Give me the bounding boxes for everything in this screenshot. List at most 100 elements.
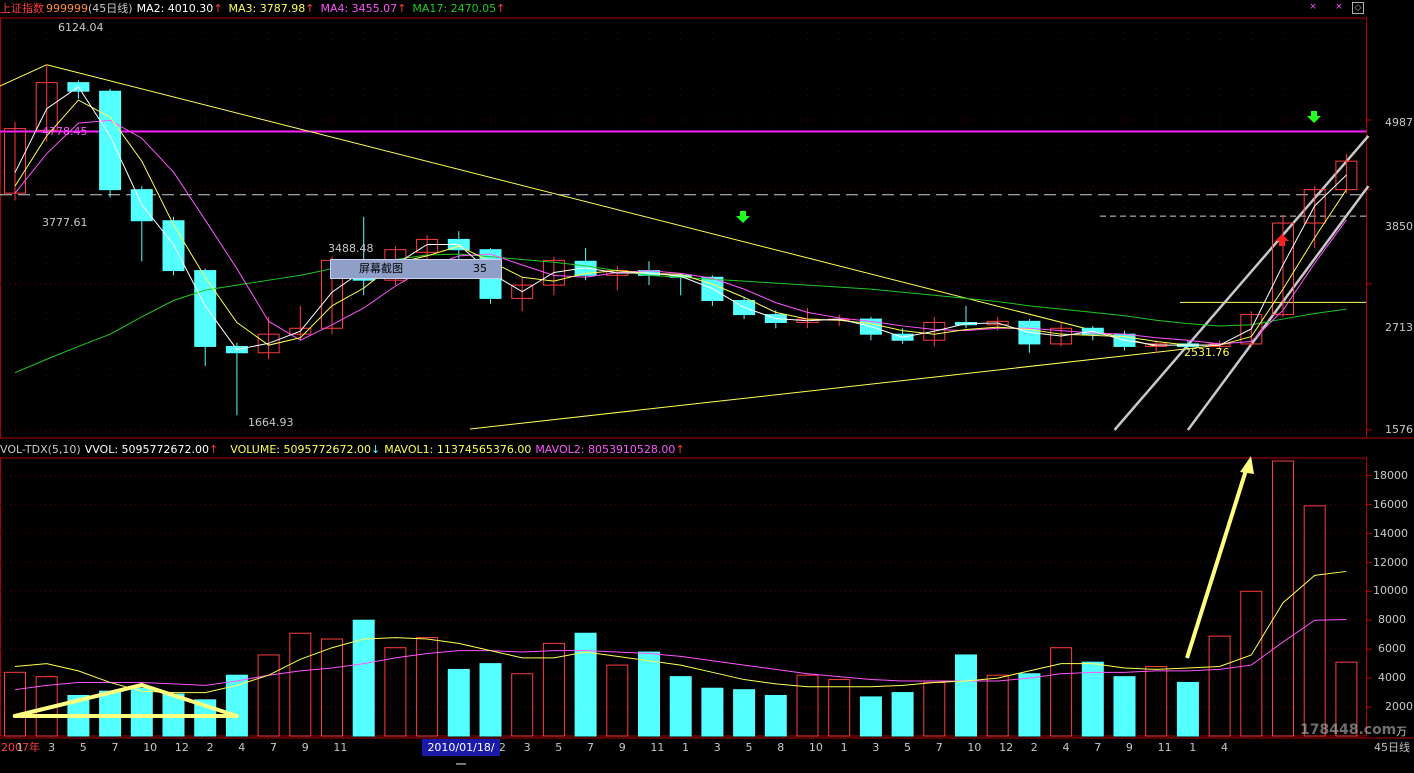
volume-bar	[986, 674, 1009, 737]
index-period: (45日线)	[88, 2, 133, 15]
price-tick: 4987	[1385, 116, 1413, 129]
level-4778-label: 4778.45	[42, 125, 88, 138]
time-label: 3	[524, 741, 531, 754]
time-axis: 2007年 1357101224791181012357911135810135…	[1, 740, 1228, 754]
volume-bar	[669, 676, 692, 737]
volume-tick: 10000	[1373, 584, 1408, 597]
kline-chart[interactable]: 6124.04 1664.93 4778.45 3777.61 3488.48 …	[0, 0, 1414, 756]
time-label: 10	[809, 741, 823, 754]
volume-bar	[828, 679, 851, 737]
volume-bar	[1081, 661, 1104, 737]
volume-bar	[1145, 666, 1168, 737]
time-label: 7	[1094, 741, 1101, 754]
volume-bar	[1050, 647, 1073, 737]
time-label: 5	[80, 741, 87, 754]
volume-bar	[1208, 635, 1231, 737]
screenshot-tooltip[interactable]: 屏幕截图 35	[330, 259, 502, 279]
selected-date: 2010/01/18/一	[422, 739, 500, 771]
channel-upper-line	[1113, 135, 1370, 431]
ma17-value: MA17: 2470.05	[412, 2, 497, 15]
volume-tick: 8000	[1378, 613, 1406, 626]
volume-bars	[4, 460, 1358, 737]
volume-bar	[638, 651, 660, 737]
time-label: 1	[682, 741, 689, 754]
buy-signal-arrow	[736, 211, 750, 223]
level-2531-label: 2531.76	[1184, 346, 1230, 359]
volume-bar	[321, 638, 343, 737]
tooltip-value: 35	[473, 262, 487, 275]
volume-bar	[289, 632, 312, 737]
volume-tick: 18000	[1373, 469, 1408, 482]
index-title: 上证指数	[0, 2, 44, 15]
volume-bar	[257, 654, 280, 737]
ma4-value: MA4: 3455.07	[320, 2, 398, 15]
volume-bar	[225, 674, 248, 737]
close-icon[interactable]: ×	[1334, 2, 1344, 12]
time-label: 2	[207, 741, 214, 754]
vvol-value: VVOL: 5095772672.00	[84, 443, 210, 456]
time-label: 3	[714, 741, 721, 754]
time-label: 5	[746, 741, 753, 754]
rising-volume-arrow-head	[1240, 456, 1254, 474]
volume-value: VOLUME: 5095772672.00	[230, 443, 371, 456]
sell-signal-arrow	[1275, 234, 1289, 246]
volume-tick: 12000	[1373, 556, 1408, 569]
time-label: 11	[333, 741, 347, 754]
candle-body	[194, 270, 217, 347]
volume-tick: 2000	[1385, 700, 1413, 713]
time-label: 7	[112, 741, 119, 754]
time-label: 5	[555, 741, 562, 754]
time-label: 1	[841, 741, 848, 754]
tooltip-label: 屏幕截图	[359, 262, 403, 275]
volume-arrow: ↓	[370, 443, 381, 456]
volume-unit: 万	[1396, 725, 1407, 738]
time-label: 8	[777, 741, 784, 754]
volume-bar	[542, 642, 565, 737]
restore-icon[interactable]: ◇	[1352, 2, 1364, 14]
level-3777-label: 3777.61	[42, 216, 88, 229]
support-line	[469, 344, 1220, 430]
ma3-arrow: ↑	[305, 2, 315, 15]
volume-bar	[733, 689, 756, 737]
price-axis: 4987 3850 2713 1576	[1385, 116, 1413, 436]
time-label: 9	[619, 741, 626, 754]
index-code: 999999	[46, 2, 88, 15]
vvol-arrow: ↑	[209, 443, 219, 456]
volume-tick: 14000	[1373, 527, 1408, 540]
time-label: 7	[587, 741, 594, 754]
candle-body	[162, 220, 185, 272]
price-tick: 2713	[1385, 321, 1413, 334]
ma2-arrow: ↑	[213, 2, 223, 15]
close-icon[interactable]: ×	[1308, 2, 1318, 12]
time-label: 12	[999, 741, 1013, 754]
volume-bar	[1272, 460, 1294, 737]
time-label: 5	[904, 741, 911, 754]
high-label: 6124.04	[58, 21, 104, 34]
mavol2-value: MAVOL2: 8053910528.00	[535, 443, 676, 456]
main-indicator-header: 上证指数 999999(45日线) MA2: 4010.30↑ MA3: 3787.9…	[0, 1, 511, 17]
time-label: 1	[16, 741, 23, 754]
volume-bar	[796, 674, 819, 737]
volume-bar	[764, 694, 787, 737]
ma3-value: MA3: 3787.98	[228, 2, 306, 15]
volume-bar	[701, 687, 724, 737]
volume-bar	[1113, 676, 1136, 737]
time-label: 12	[175, 741, 189, 754]
volume-tick: 4000	[1378, 671, 1406, 684]
volume-tick: 6000	[1378, 642, 1406, 655]
watermark: 178448.com	[1300, 722, 1397, 738]
price-tick: 1576	[1385, 423, 1413, 436]
time-label: 10	[967, 741, 981, 754]
time-label: 4	[1221, 741, 1228, 754]
volume-indicator-header: VOL-TDX(5,10) VVOL: 5095772672.00↑ VOLUME:…	[0, 442, 691, 458]
volume-bar	[1303, 505, 1326, 737]
time-label: 7	[936, 741, 943, 754]
volume-bar	[1018, 673, 1041, 737]
chart-frame	[0, 17, 1414, 739]
vol-indicator-name: VOL-TDX(5,10)	[0, 443, 81, 456]
volume-bar	[891, 692, 914, 737]
mavol2-arrow: ↑	[675, 443, 685, 456]
time-label: 7	[270, 741, 277, 754]
volume-bar	[4, 671, 26, 737]
timeframe-label[interactable]: 45日线	[1374, 739, 1410, 756]
